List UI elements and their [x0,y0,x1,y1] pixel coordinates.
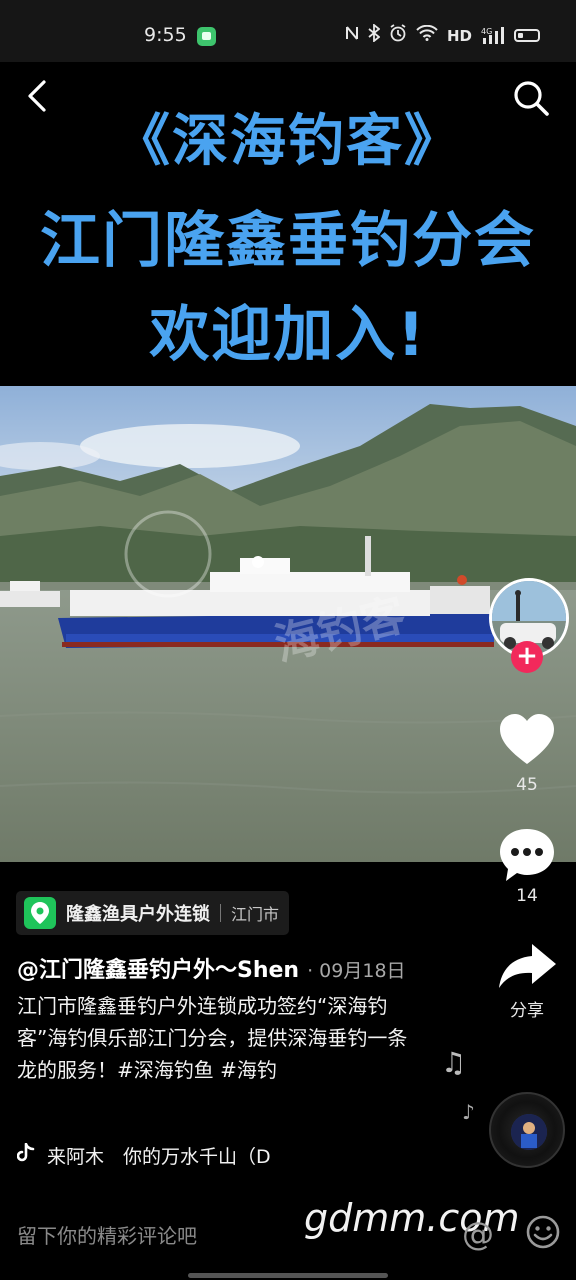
music-row[interactable]: 来阿木 你的万水千山（D [16,1142,271,1169]
music-cover-thumbnail [511,1114,547,1150]
network-label: HD [446,26,472,45]
comment-input[interactable]: 留下你的精彩评论吧 [17,1220,197,1249]
app-notification-icon [197,27,216,46]
music-disc[interactable] [489,1092,565,1168]
status-bar: 9:55 HD 4G [0,0,576,62]
location-name: 隆鑫渔具户外连锁 [66,904,210,925]
svg-text:4G: 4G [481,27,492,36]
bluetooth-icon [368,23,381,47]
video-title-line: 《深海钓客》 [114,109,462,174]
video-title-line: 江门隆鑫垂钓分会 [40,206,536,276]
location-divider [220,904,221,922]
battery-icon [514,29,540,42]
comment-count: 14 [516,886,538,906]
chevron-left-icon [28,80,46,112]
signal-icon: 4G [481,26,505,46]
status-time: 9:55 [144,24,187,46]
share-button[interactable] [496,942,558,992]
floating-music-note-icon: ♫ [441,1046,467,1079]
music-title: 来阿木 你的万水千山（D [47,1146,271,1168]
mention-button[interactable]: @ [462,1215,494,1253]
floating-music-note-icon: ♪ [462,1100,475,1124]
post-caption[interactable]: 江门市隆鑫垂钓户外连锁成功签约“深海钓客”海钓俱乐部江门分会，提供深海垂钓一条龙… [17,990,417,1086]
location-city: 江门市 [231,905,280,924]
emoji-button[interactable] [525,1214,561,1250]
comment-icon [500,829,554,881]
video-title-line: 欢迎加入! [149,300,427,370]
search-icon [514,81,549,116]
heart-icon [500,714,554,764]
location-pin-icon [24,897,56,929]
share-label: 分享 [510,1001,544,1021]
status-icons: HD 4G [345,23,540,47]
back-button[interactable] [24,78,54,114]
smiley-icon [526,1215,560,1249]
alarm-icon [389,24,407,47]
nfc-icon [345,25,359,46]
author-name[interactable]: @江门隆鑫垂钓户外～Shen [17,952,299,984]
comment-button[interactable] [498,826,556,884]
tiktok-note-icon [16,1142,35,1168]
follow-button[interactable]: + [511,641,543,673]
location-tag[interactable]: 隆鑫渔具户外连锁 江门市 [16,891,290,935]
like-button[interactable] [498,712,556,766]
author-row: @江门隆鑫垂钓户外～Shen · 09月18日 [17,952,406,984]
wifi-icon [416,24,438,46]
search-button[interactable] [512,79,550,117]
like-count: 45 [516,775,538,795]
post-date: · 09月18日 [307,960,406,982]
home-indicator[interactable] [188,1273,388,1278]
share-arrow-icon [499,944,556,988]
